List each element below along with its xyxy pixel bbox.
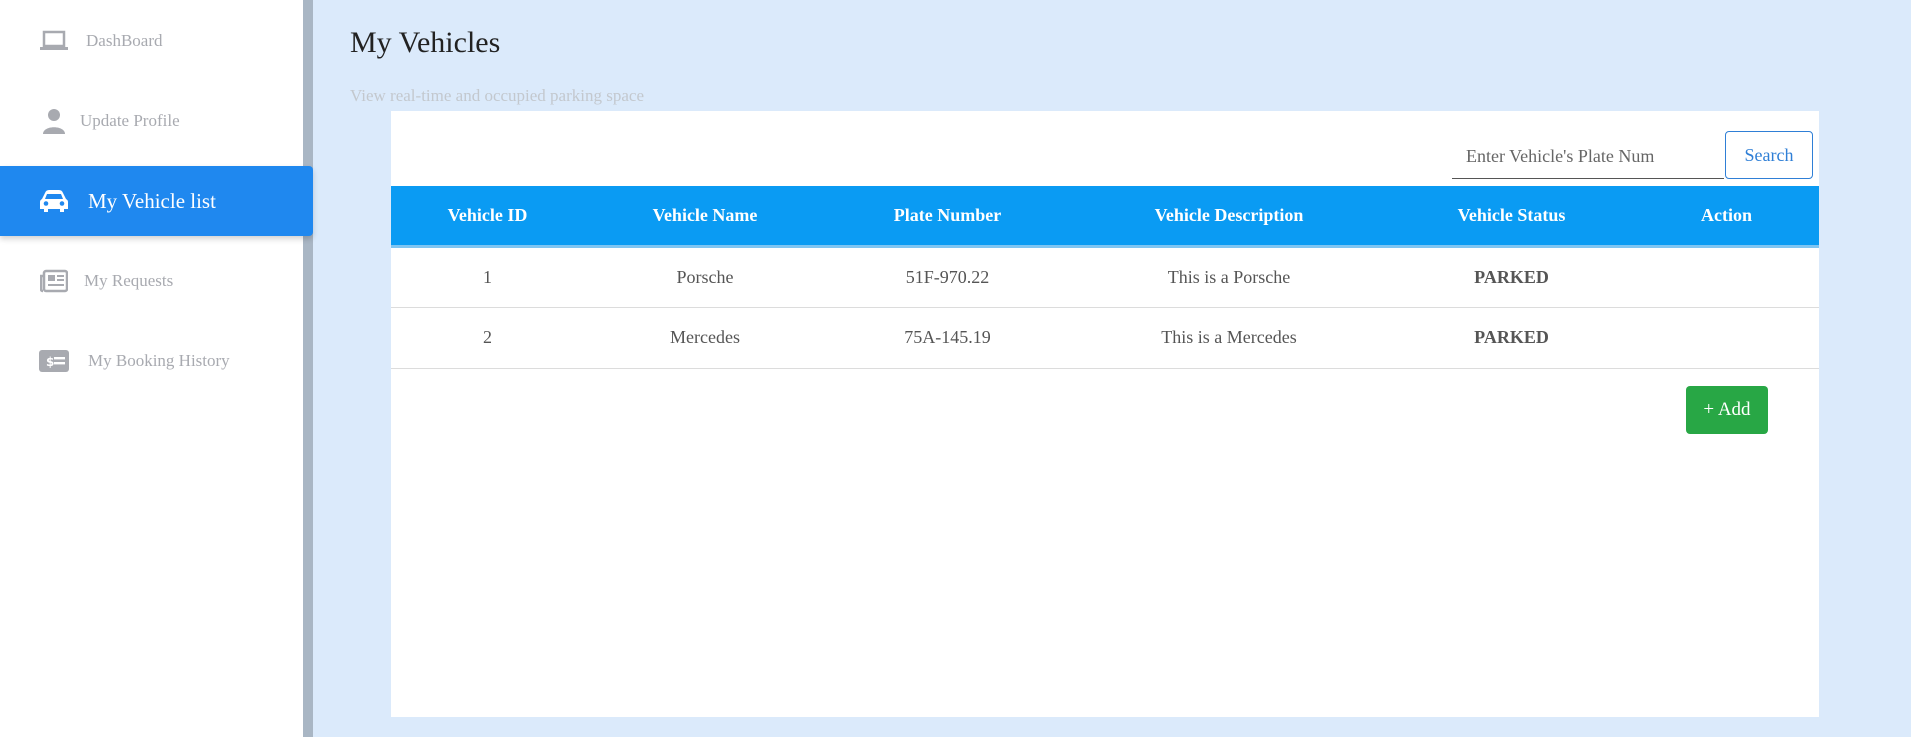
cell-action	[1634, 307, 1819, 369]
plate-search-input[interactable]	[1452, 135, 1724, 179]
sidebar-item-label: DashBoard	[86, 31, 163, 50]
sidebar-item-label: My Booking History	[88, 351, 230, 370]
newspaper-icon	[36, 266, 72, 296]
add-vehicle-button[interactable]: + Add	[1686, 386, 1768, 434]
vehicle-panel: Search Vehicle ID Vehicle Name Plate Num…	[391, 111, 1819, 717]
column-header-action: Action	[1634, 186, 1819, 248]
laptop-icon	[36, 26, 72, 56]
vehicle-table: Vehicle ID Vehicle Name Plate Number Veh…	[391, 186, 1819, 369]
car-icon	[36, 186, 72, 216]
sidebar-item-label: Update Profile	[80, 111, 180, 130]
page-subtitle: View real-time and occupied parking spac…	[350, 86, 644, 105]
cell-vehicle-name: Porsche	[584, 246, 826, 308]
table-header-row: Vehicle ID Vehicle Name Plate Number Veh…	[391, 186, 1819, 248]
sidebar-item-my-booking-history[interactable]: $ My Booking History	[0, 326, 313, 396]
cell-vehicle-description: This is a Porsche	[1069, 246, 1389, 308]
cell-plate-number: 51F-970.22	[826, 246, 1069, 308]
sidebar-item-my-vehicle-list[interactable]: My Vehicle list	[0, 166, 313, 236]
cell-vehicle-id: 2	[391, 307, 584, 369]
cell-vehicle-id: 1	[391, 246, 584, 308]
column-header-vehicle-status: Vehicle Status	[1389, 186, 1634, 248]
sidebar-item-label: My Requests	[84, 271, 174, 290]
table-row: 1 Porsche 51F-970.22 This is a Porsche P…	[391, 246, 1819, 308]
cell-vehicle-description: This is a Mercedes	[1069, 307, 1389, 369]
cell-action	[1634, 246, 1819, 308]
svg-text:$: $	[46, 355, 54, 369]
column-header-vehicle-id: Vehicle ID	[391, 186, 584, 248]
cell-plate-number: 75A-145.19	[826, 307, 1069, 369]
cell-vehicle-name: Mercedes	[584, 307, 826, 369]
cell-vehicle-status: PARKED	[1389, 246, 1634, 308]
page-title: My Vehicles	[350, 26, 501, 59]
column-header-vehicle-description: Vehicle Description	[1069, 186, 1389, 248]
money-bill-icon: $	[36, 346, 72, 376]
sidebar-item-update-profile[interactable]: Update Profile	[0, 86, 313, 156]
user-icon	[36, 106, 72, 136]
sidebar: DashBoard Update Profile My Vehicle list	[0, 0, 313, 737]
search-button[interactable]: Search	[1725, 131, 1813, 179]
cell-vehicle-status: PARKED	[1389, 307, 1634, 369]
sidebar-item-my-requests[interactable]: My Requests	[0, 246, 313, 316]
sidebar-item-dashboard[interactable]: DashBoard	[0, 6, 313, 76]
table-row: 2 Mercedes 75A-145.19 This is a Mercedes…	[391, 307, 1819, 369]
column-header-vehicle-name: Vehicle Name	[584, 186, 826, 248]
sidebar-item-label: My Vehicle list	[88, 188, 216, 213]
column-header-plate-number: Plate Number	[826, 186, 1069, 248]
